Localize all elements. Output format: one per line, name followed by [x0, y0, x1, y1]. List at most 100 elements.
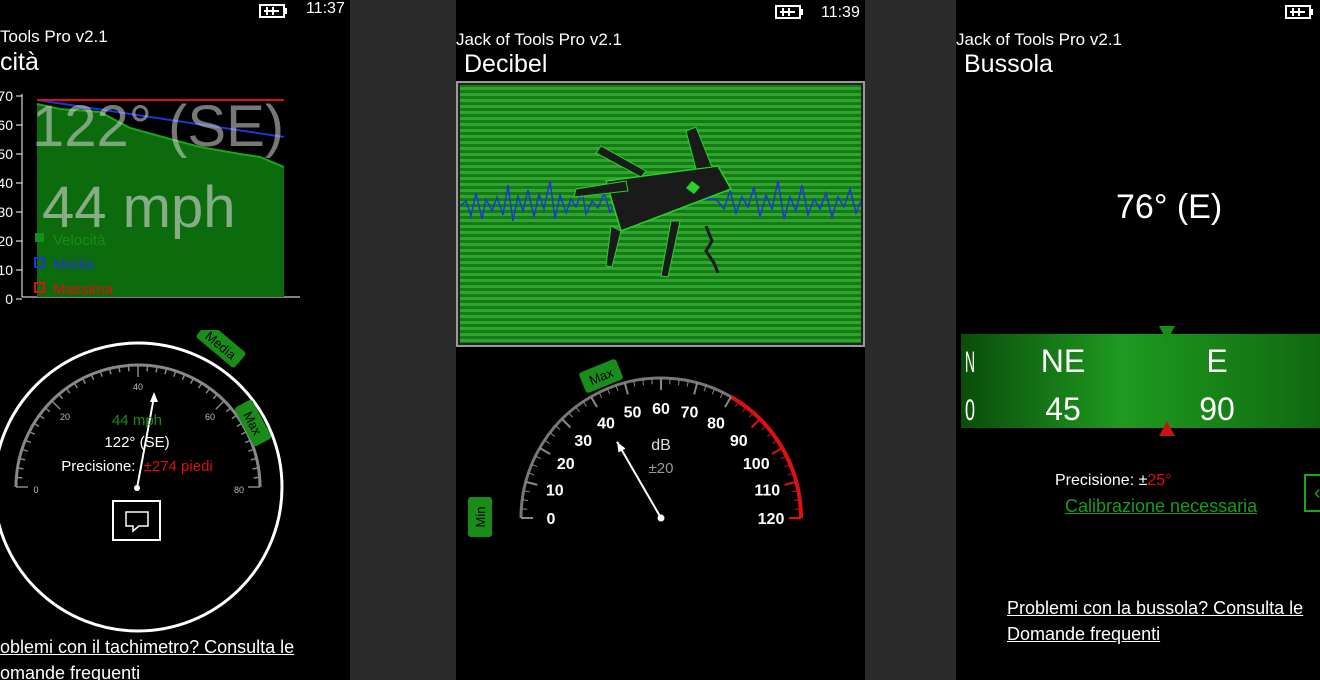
precision-text: Precisione: ±25°: [1055, 472, 1172, 489]
gauge-speed-text: 44 mph: [112, 412, 162, 429]
y-tick-label: 10: [0, 262, 13, 278]
gauge-tick-60: 60: [205, 412, 215, 422]
svg-text:Min: Min: [473, 507, 488, 528]
status-time: 11:37: [306, 0, 345, 17]
app-title: Jack of Tools Pro v2.1: [456, 30, 622, 49]
legend-average: Media: [53, 256, 95, 273]
gauge-tick-0: 0: [33, 485, 38, 495]
gauge-tick-label: 70: [681, 405, 699, 422]
gauge-tick-mark: [58, 393, 64, 400]
gauge-tick-mark: [623, 382, 629, 395]
app-title: Jack of Tools Pro v2.1: [956, 30, 1122, 49]
speedometer-screen: 11:37 Tools Pro v2.1 cità 70 60 50 40 30 20 10…: [0, 0, 350, 680]
strip-degree-90: 90: [1199, 391, 1235, 427]
y-tick-label: 20: [0, 233, 13, 249]
gauge-tick-mark: [155, 366, 158, 373]
y-tick-label: 30: [0, 204, 13, 220]
chat-icon: [125, 511, 149, 533]
battery-icon: [1285, 5, 1313, 19]
gauge-tick-mark: [252, 467, 259, 470]
decibel-gauge: 01020304050 60 708090100110120 dB ±20 Max …: [468, 359, 803, 537]
strip-degree-45: 45: [1045, 391, 1081, 427]
gauge-tick-label: 90: [730, 433, 748, 450]
chat-button[interactable]: [112, 500, 161, 541]
page-title: Decibel: [464, 50, 548, 78]
status-time: 11:39: [821, 4, 860, 21]
chevron-left-icon: ‹: [1314, 482, 1320, 505]
calibration-link[interactable]: Calibrazione necessaria: [1065, 496, 1257, 517]
error-label: ±20: [649, 460, 674, 477]
gauge-tick-label: 30: [574, 433, 592, 450]
precision-text: Precisione: ±274 piedi: [61, 458, 213, 475]
app-title: Tools Pro v2.1: [0, 27, 108, 46]
y-tick-label: 60: [0, 117, 13, 133]
gauge-tick-label: 0: [547, 511, 556, 528]
strip-label-e: E: [1206, 343, 1227, 379]
y-tick-label: 70: [0, 88, 13, 104]
gauge-tick-mark: [539, 447, 551, 455]
faq-link[interactable]: oblemi con il tachimetro? Consulta le om…: [0, 634, 294, 680]
gauge-tick-mark: [231, 414, 238, 420]
gauge-tick-80: 80: [234, 485, 244, 495]
gauge-tick-mark: [38, 414, 45, 420]
calibrate-button[interactable]: ‹: [1304, 474, 1320, 512]
gauge-tick-mark: [555, 425, 561, 431]
battery-icon: [259, 4, 287, 18]
page-title: Bussola: [964, 50, 1053, 78]
strip-label-n: N: [965, 346, 975, 379]
y-tick-label: 50: [0, 146, 13, 162]
gauge-tick-label: 40: [597, 416, 615, 433]
waveform-display: [456, 81, 865, 347]
gauge-tick-mark: [771, 447, 783, 455]
media-tag: Media: [196, 330, 246, 368]
gauge-tick-label: 100: [743, 456, 770, 473]
min-tag: Min: [468, 497, 492, 537]
gauge-tick-mark: [784, 480, 797, 486]
gauge-tick-label: 10: [546, 483, 564, 500]
strip-label-ne: NE: [1041, 343, 1085, 379]
gauge-tick-mark: [225, 407, 232, 413]
legend-speed: Velocità: [53, 232, 106, 249]
y-tick-label: 0: [5, 291, 13, 304]
gauge-tick-mark: [44, 407, 51, 413]
gauge-tick-mark: [51, 400, 61, 410]
gauge-tick-40: 40: [133, 382, 143, 392]
gauge-tick-mark: [65, 387, 71, 394]
gauge-tick-mark: [590, 396, 598, 408]
heading-overlay: 122° (SE): [32, 94, 284, 159]
gauge-tick-mark: [582, 401, 587, 407]
gauge-tick-mark: [568, 412, 574, 418]
decibel-screen: 11:39 Jack of Tools Pro v2.1 Decibel 0 10…: [456, 0, 865, 680]
gauge-tick-label: 60: [652, 401, 670, 418]
legend-max: Massima: [53, 281, 114, 298]
gauge-tick-mark: [549, 432, 555, 437]
gauge-tick-20: 20: [60, 412, 70, 422]
speed-chart: 70 60 50 40 30 20 10 0 122° (SE) 44 mph Velocit…: [0, 88, 300, 304]
gauge-tick-mark: [750, 418, 761, 429]
gauge-heading-text: 122° (SE): [104, 434, 169, 451]
gauge-tick-mark: [215, 400, 225, 410]
strip-degree-0: 0: [965, 394, 975, 427]
gauge-tick-mark: [205, 387, 211, 394]
battery-icon: [775, 5, 803, 19]
gauge-tick-label: 80: [707, 416, 725, 433]
gauge-tick-label: 20: [557, 456, 575, 473]
gauge-tick-label: 50: [624, 405, 642, 422]
gauge-tick-mark: [575, 406, 580, 412]
gauge-tick-mark: [17, 467, 24, 470]
faq-link[interactable]: Problemi con la bussola? Consulta le Dom…: [1007, 595, 1303, 647]
y-tick-label: 40: [0, 175, 13, 191]
compass-screen: Jack of Tools Pro v2.1 Bussola 76° (E) N…: [956, 0, 1320, 680]
gauge-tick-label: 110: [754, 483, 780, 500]
db-needle-head: [617, 441, 626, 453]
gauge-tick-mark: [118, 366, 121, 373]
speed-overlay: 44 mph: [42, 175, 235, 240]
gauge-tick-mark: [544, 439, 550, 444]
compass-strip: N NE E 0 45 90: [961, 326, 1320, 436]
page-title: cità: [0, 48, 39, 76]
speedometer-gauge: 0 20 40 60 80 44 mph 122° (SE) Precision…: [0, 330, 284, 633]
gauge-tick-mark: [212, 393, 218, 400]
gauge-tick-mark: [525, 480, 538, 486]
gauge-tick-mark: [693, 382, 699, 395]
gauge-tick-label: 120: [758, 511, 785, 528]
